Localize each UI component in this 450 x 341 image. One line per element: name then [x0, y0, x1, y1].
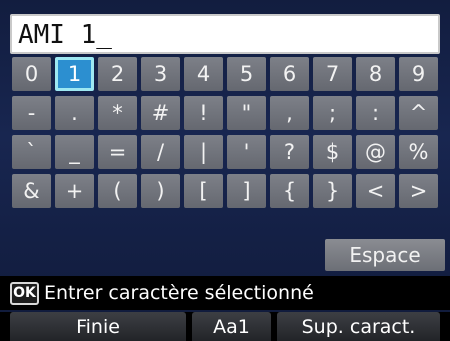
key[interactable]: 5	[227, 57, 266, 91]
key[interactable]: 3	[141, 57, 180, 91]
key[interactable]: #	[141, 96, 180, 130]
key[interactable]: @	[356, 135, 395, 169]
key[interactable]: |	[184, 135, 223, 169]
key[interactable]: '	[227, 135, 266, 169]
key[interactable]: 7	[313, 57, 352, 91]
key[interactable]: -	[12, 96, 51, 130]
key[interactable]: +	[55, 174, 94, 208]
key[interactable]: !	[184, 96, 223, 130]
input-mode-button[interactable]: Aa1	[192, 312, 271, 341]
character-entry-screen: AMI 1_ 0 1 2 3 4 5 6 7 8 9 -. * #! ",;: ^ ` _ = / | '? $ @% & +(…	[0, 0, 450, 341]
key[interactable]: *	[98, 96, 137, 130]
entry-value: AMI 1_	[18, 20, 112, 50]
key[interactable]: ?	[270, 135, 309, 169]
character-keypad: 0 1 2 3 4 5 6 7 8 9 -. * #! ",;: ^ ` _ = / | '? $ @% & +()[]{} < >	[12, 57, 440, 208]
key[interactable]: &	[12, 174, 51, 208]
finish-button[interactable]: Finie	[10, 312, 186, 341]
key[interactable]: ,	[270, 96, 309, 130]
key[interactable]: 6	[270, 57, 309, 91]
key[interactable]: 8	[356, 57, 395, 91]
key[interactable]: {	[270, 174, 309, 208]
space-key[interactable]: Espace	[325, 239, 445, 271]
key[interactable]: .	[55, 96, 94, 130]
function-bar: Finie Aa1 Sup. caract.	[0, 312, 450, 341]
key[interactable]: %	[399, 135, 438, 169]
key[interactable]: $	[313, 135, 352, 169]
key[interactable]: ;	[313, 96, 352, 130]
key[interactable]: <	[356, 174, 395, 208]
key[interactable]: 9	[399, 57, 438, 91]
key[interactable]: }	[313, 174, 352, 208]
hint-bar: OK Entrer caractère sélectionné	[0, 276, 450, 310]
key[interactable]: 2	[98, 57, 137, 91]
key[interactable]: 0	[12, 57, 51, 91]
key[interactable]: ^	[399, 96, 438, 130]
key[interactable]: :	[356, 96, 395, 130]
delete-character-button[interactable]: Sup. caract.	[277, 312, 440, 341]
text-entry-field[interactable]: AMI 1_	[10, 14, 440, 54]
key[interactable]: =	[98, 135, 137, 169]
key[interactable]: ]	[227, 174, 266, 208]
key[interactable]: >	[399, 174, 438, 208]
key[interactable]: "	[227, 96, 266, 130]
key-selected[interactable]: 1	[55, 57, 94, 91]
ok-button-icon: OK	[10, 281, 39, 305]
key[interactable]: [	[184, 174, 223, 208]
key[interactable]: (	[98, 174, 137, 208]
hint-text: Entrer caractère sélectionné	[44, 282, 314, 304]
key[interactable]: )	[141, 174, 180, 208]
key[interactable]: 4	[184, 57, 223, 91]
key[interactable]: /	[141, 135, 180, 169]
key[interactable]: `	[12, 135, 51, 169]
key[interactable]: _	[55, 135, 94, 169]
